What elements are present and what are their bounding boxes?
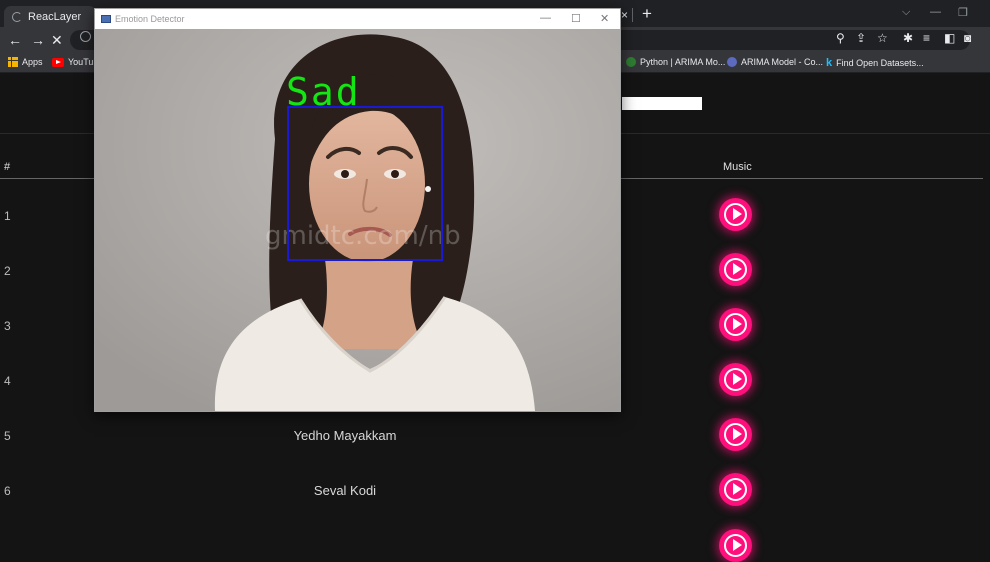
- side-panel-icon[interactable]: ◧: [944, 31, 955, 45]
- share-icon[interactable]: ⇪: [856, 31, 866, 45]
- row-number: 2: [4, 264, 11, 278]
- bookmark-apps[interactable]: Apps: [8, 57, 43, 67]
- extensions-icon[interactable]: ✱: [903, 31, 913, 45]
- face-bounding-box: [287, 106, 443, 261]
- new-tab-button[interactable]: +: [642, 4, 652, 24]
- row-number: 6: [4, 484, 11, 498]
- tab-title: ReacLayer: [28, 10, 82, 23]
- close-icon[interactable]: ✕: [600, 12, 609, 25]
- play-button[interactable]: [719, 308, 752, 341]
- app-icon: [101, 15, 111, 23]
- loading-icon: [12, 11, 22, 22]
- apps-grid-icon: [8, 57, 18, 67]
- youtube-icon: [52, 57, 64, 67]
- gfg-icon: [626, 57, 636, 67]
- play-button[interactable]: [719, 529, 752, 562]
- bookmark-label: Apps: [22, 57, 43, 67]
- restore-icon[interactable]: ❐: [958, 6, 968, 19]
- bookmark-label: ARIMA Model - Co...: [741, 57, 824, 67]
- row-number: 3: [4, 319, 11, 333]
- emotion-detector-window[interactable]: Emotion Detector — ☐ ✕ gmidtc.com/nb Sad: [94, 8, 621, 412]
- row-number: 5: [4, 429, 11, 443]
- minimize-icon[interactable]: —: [540, 12, 551, 24]
- minimize-icon[interactable]: —: [930, 6, 941, 18]
- emotion-label: Sad: [286, 70, 361, 114]
- column-header-number: #: [4, 161, 11, 173]
- search-input[interactable]: [622, 97, 702, 110]
- camera-frame: gmidtc.com/nb Sad: [95, 29, 620, 411]
- bookmark-label: Python | ARIMA Mo...: [640, 57, 726, 67]
- row-number: 4: [4, 374, 11, 388]
- tab-separator: [632, 8, 633, 22]
- stop-icon[interactable]: ✕: [51, 32, 63, 49]
- bookmark-open-datasets[interactable]: k Find Open Datasets...: [826, 57, 924, 69]
- window-title: Emotion Detector: [115, 14, 185, 24]
- maximize-icon[interactable]: ☐: [571, 12, 581, 25]
- bookmark-youtube[interactable]: YouTub: [52, 57, 98, 67]
- zoom-icon[interactable]: ⚲: [836, 31, 845, 45]
- play-button[interactable]: [719, 198, 752, 231]
- play-button[interactable]: [719, 473, 752, 506]
- tab-search-icon[interactable]: ⌵: [902, 6, 910, 19]
- song-title: Yedho Mayakkam: [293, 428, 397, 443]
- column-header-music: Music: [723, 161, 752, 173]
- song-title: Seval Kodi: [313, 483, 377, 498]
- browser-tab[interactable]: ReacLayer: [4, 6, 96, 27]
- kaggle-icon: k: [826, 57, 833, 69]
- bookmark-python-arima[interactable]: Python | ARIMA Mo...: [626, 57, 725, 67]
- reading-list-icon[interactable]: ≡: [923, 31, 930, 45]
- row-number: 1: [4, 209, 11, 223]
- play-button[interactable]: [719, 363, 752, 396]
- back-icon[interactable]: ←: [8, 32, 22, 48]
- play-button[interactable]: [719, 253, 752, 286]
- profile-icon[interactable]: ◙: [964, 31, 971, 45]
- forward-icon[interactable]: →: [31, 32, 45, 48]
- bookmark-label: Find Open Datasets...: [836, 58, 924, 68]
- m-site-icon: [727, 57, 737, 67]
- bookmark-arima-model[interactable]: ARIMA Model - Co...: [727, 57, 823, 67]
- bookmark-star-icon[interactable]: ☆: [877, 31, 888, 45]
- play-button[interactable]: [719, 418, 752, 451]
- site-info-icon[interactable]: [80, 31, 91, 42]
- tab-close-icon[interactable]: ×: [621, 8, 628, 22]
